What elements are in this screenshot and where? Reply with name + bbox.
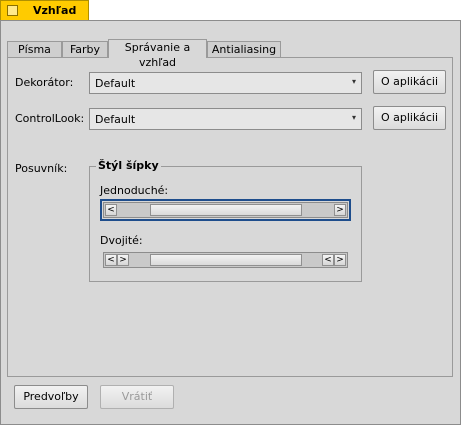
defaults-label: Predvoľby (23, 390, 79, 403)
scroll-right-icon[interactable]: > (117, 254, 129, 266)
chevron-down-icon: ▾ (351, 113, 356, 122)
tab-fonts[interactable]: Písma (7, 41, 62, 57)
scrollbar-thumb[interactable] (150, 254, 302, 266)
revert-button[interactable]: Vrátiť (100, 385, 174, 409)
decorator-value: Default (95, 77, 136, 90)
decorator-select[interactable]: Default ▾ (89, 72, 362, 94)
arrow-style-group: Štýl šípky Jednoduché: < > Dvojité: < > … (89, 159, 362, 282)
scroll-right-icon[interactable]: > (334, 204, 346, 216)
window-title-tab[interactable]: Vzhľad (0, 0, 89, 20)
scroll-left-icon[interactable]: < (322, 254, 334, 266)
tab-antialiasing[interactable]: Antialiasing (207, 41, 281, 57)
chevron-down-icon: ▾ (351, 77, 356, 86)
scrollbar-thumb[interactable] (150, 204, 302, 216)
controllook-label: ControlLook: (15, 112, 85, 125)
scroll-left-icon[interactable]: < (105, 254, 117, 266)
decorator-about-button[interactable]: O aplikácii (373, 70, 446, 94)
close-button[interactable] (7, 5, 18, 16)
tab-fonts-label: Písma (18, 43, 51, 56)
double-arrow-label: Dvojité: (100, 234, 143, 247)
controllook-about-label: O aplikácii (380, 111, 439, 124)
single-arrow-scrollbar[interactable]: < > (100, 199, 351, 221)
decorator-about-label: O aplikácii (380, 75, 439, 88)
window-body: Písma Farby Správanie a vzhľad Antialias… (0, 20, 461, 425)
single-arrow-label: Jednoduché: (100, 184, 169, 197)
controllook-value: Default (95, 113, 136, 126)
settings-panel: Dekorátor: Default ▾ O aplikácii Control… (7, 57, 453, 377)
tab-antialiasing-label: Antialiasing (211, 43, 277, 56)
scrollbar-label: Posuvník: (15, 162, 68, 175)
tab-behavior-appearance[interactable]: Správanie a vzhľad (108, 39, 207, 69)
decorator-label: Dekorátor: (15, 76, 74, 89)
defaults-button[interactable]: Predvoľby (14, 385, 88, 409)
scroll-right-icon[interactable]: > (334, 254, 346, 266)
tab-colors-label: Farby (69, 43, 101, 56)
double-arrow-scrollbar[interactable]: < > < > (103, 252, 348, 268)
scroll-left-icon[interactable]: < (105, 204, 117, 216)
arrow-style-title: Štýl šípky (96, 159, 161, 172)
tab-colors[interactable]: Farby (62, 41, 108, 57)
controllook-about-button[interactable]: O aplikácii (373, 106, 446, 130)
controllook-select[interactable]: Default ▾ (89, 108, 362, 130)
window-title: Vzhľad (33, 4, 77, 17)
revert-label: Vrátiť (121, 390, 153, 403)
